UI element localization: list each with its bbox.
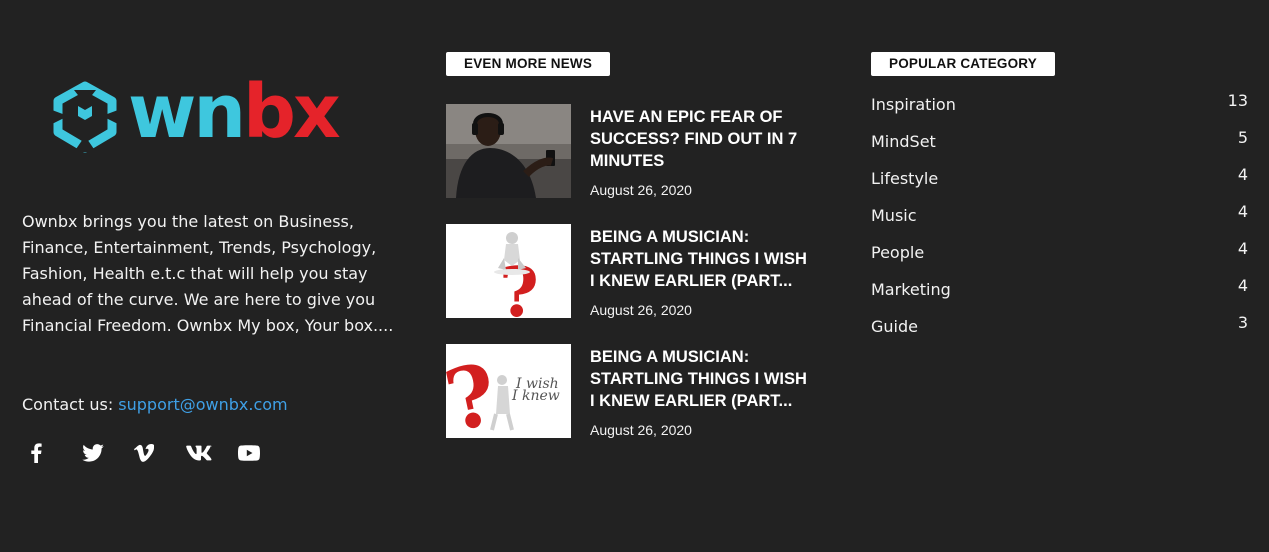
news-section-label: EVEN MORE NEWS (446, 52, 611, 76)
category-name[interactable]: Inspiration (871, 95, 956, 114)
logo-text-bx: bx (243, 69, 341, 155)
category-name[interactable]: Music (871, 206, 917, 225)
news-item[interactable]: HAVE AN EPIC FEAR OF SUCCESS? FIND OUT I… (446, 104, 826, 200)
category-item[interactable]: MindSet 5 (871, 128, 1248, 165)
news-thumbnail-question-mark[interactable]: ? (446, 224, 571, 318)
twitter-icon[interactable] (82, 441, 134, 465)
contact-line: Contact us: support@ownbx.com (22, 393, 288, 417)
news-thumbnail-man-with-phone[interactable] (446, 104, 571, 198)
category-count: 4 (1237, 239, 1248, 258)
news-thumbnail-i-wish-i-knew[interactable]: ? I wish I knew (446, 344, 571, 438)
news-date: August 26, 2020 (590, 182, 692, 198)
news-item[interactable]: ? BEING A MUSICIAN: STARTLING THINGS I W… (446, 224, 826, 320)
news-title[interactable]: BEING A MUSICIAN: STARTLING THINGS I WIS… (590, 226, 815, 292)
vimeo-icon[interactable] (134, 441, 186, 465)
logo-cube-icon (52, 81, 118, 153)
youtube-icon[interactable] (238, 441, 290, 465)
site-logo[interactable]: wnbx (48, 75, 358, 156)
contact-label: Contact us: (22, 395, 114, 414)
category-item[interactable]: Guide 3 (871, 313, 1248, 350)
category-name[interactable]: People (871, 243, 924, 262)
vk-icon[interactable] (186, 441, 238, 465)
category-list: Inspiration 13 MindSet 5 Lifestyle 4 Music 4… (871, 91, 1248, 350)
category-count: 13 (1227, 91, 1248, 110)
category-name[interactable]: MindSet (871, 132, 936, 151)
category-section-label: POPULAR CATEGORY (871, 52, 1055, 76)
category-count: 4 (1237, 202, 1248, 221)
category-item[interactable]: Lifestyle 4 (871, 165, 1248, 202)
thumb-text-i-knew: I knew (511, 388, 560, 404)
category-count: 5 (1237, 128, 1248, 147)
category-count: 4 (1237, 276, 1248, 295)
category-count: 4 (1237, 165, 1248, 184)
category-name[interactable]: Lifestyle (871, 169, 938, 188)
category-item[interactable]: Music 4 (871, 202, 1248, 239)
news-date: August 26, 2020 (590, 302, 692, 318)
social-links (30, 441, 290, 465)
category-name[interactable]: Guide (871, 317, 918, 336)
category-count: 3 (1237, 313, 1248, 332)
contact-email-link[interactable]: support@ownbx.com (118, 395, 287, 414)
logo-text-wn: wn (128, 69, 246, 155)
category-name[interactable]: Marketing (871, 280, 951, 299)
news-title[interactable]: BEING A MUSICIAN: STARTLING THINGS I WIS… (590, 346, 815, 412)
facebook-icon[interactable] (30, 441, 82, 465)
logo-wordmark: wnbx (128, 75, 341, 149)
news-title[interactable]: HAVE AN EPIC FEAR OF SUCCESS? FIND OUT I… (590, 106, 815, 172)
category-item[interactable]: Marketing 4 (871, 276, 1248, 313)
category-item[interactable]: People 4 (871, 239, 1248, 276)
news-date: August 26, 2020 (590, 422, 692, 438)
category-item[interactable]: Inspiration 13 (871, 91, 1248, 128)
about-description: Ownbx brings you the latest on Business,… (22, 212, 394, 335)
news-item[interactable]: ? I wish I knew BEING A MUSICIAN: STARTL… (446, 344, 826, 440)
